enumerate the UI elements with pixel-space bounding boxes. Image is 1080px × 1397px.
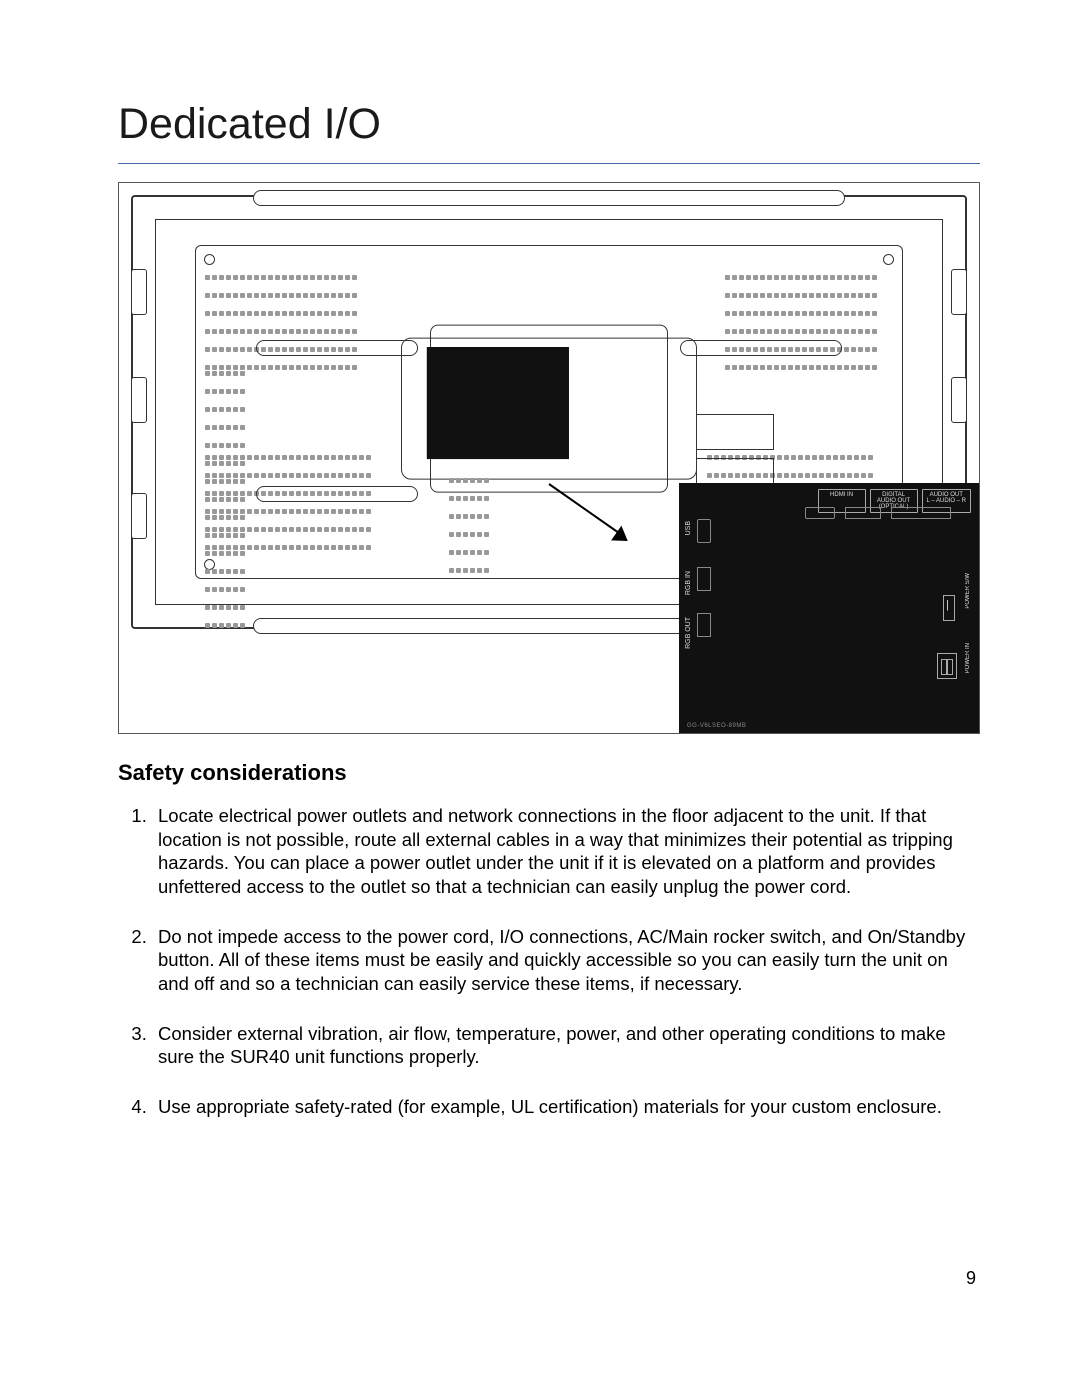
list-item: Consider external vibration, air flow, t… bbox=[152, 1022, 980, 1069]
port-label-rgb-out: RGB OUT bbox=[685, 617, 692, 649]
optical-port-icon bbox=[845, 507, 881, 519]
io-module-icon bbox=[427, 347, 569, 459]
io-panel-callout: HDMI IN DIGITAL AUDIO OUT (OPTICAL) AUDI… bbox=[679, 483, 979, 734]
hdmi-port-icon bbox=[805, 507, 835, 519]
page-title: Dedicated I/O bbox=[118, 100, 980, 164]
port-label-power-in: POWER IN bbox=[965, 643, 971, 673]
vent-grid-icon bbox=[204, 364, 250, 484]
io-diagram-figure: HDMI IN DIGITAL AUDIO OUT (OPTICAL) AUDI… bbox=[118, 182, 980, 734]
port-label-power-switch: POWER S/W bbox=[965, 573, 971, 609]
safety-heading: Safety considerations bbox=[118, 760, 980, 786]
port-label-usb: USB bbox=[685, 521, 692, 535]
audio-port-icon bbox=[891, 507, 951, 519]
list-item: Locate electrical power outlets and netw… bbox=[152, 804, 980, 899]
vent-grid-icon bbox=[448, 471, 496, 521]
vent-grid-icon bbox=[724, 268, 894, 376]
page-number: 9 bbox=[966, 1268, 976, 1289]
power-switch-icon bbox=[943, 595, 955, 621]
port-label-rgb-in: RGB IN bbox=[685, 571, 692, 595]
usb-port-icon bbox=[697, 519, 711, 543]
power-inlet-icon bbox=[937, 653, 957, 679]
rgb-in-port-icon bbox=[697, 567, 711, 591]
safety-considerations-list: Locate electrical power outlets and netw… bbox=[118, 804, 980, 1119]
vent-grid-icon bbox=[204, 268, 374, 376]
list-item: Do not impede access to the power cord, … bbox=[152, 925, 980, 996]
panel-serial-text: GG-V6LSEO-89MB bbox=[687, 723, 746, 729]
list-item: Use appropriate safety-rated (for exampl… bbox=[152, 1095, 980, 1119]
rgb-out-port-icon bbox=[697, 613, 711, 637]
